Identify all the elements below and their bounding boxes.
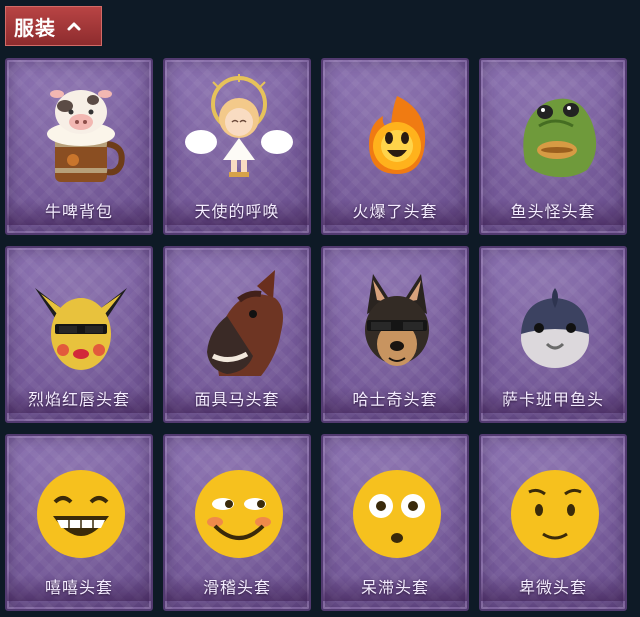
costume-name: 火爆了头套 xyxy=(323,199,467,225)
cow-beer-backpack-icon xyxy=(47,90,125,182)
costume-name: 烈焰红唇头套 xyxy=(7,387,151,413)
costume-name: 鱼头怪头套 xyxy=(481,199,625,225)
costume-name: 呆滞头套 xyxy=(323,575,467,601)
costume-name: 卑微头套 xyxy=(481,575,625,601)
costume-card-funny-emoji[interactable]: 滑稽头套 xyxy=(163,434,311,611)
costume-grid: 牛啤背包 天使的呼唤 火爆了头套 鱼头怪头套 烈焰红唇头套 面具马头套 哈士奇头… xyxy=(0,0,640,617)
costume-name: 萨卡班甲鱼头 xyxy=(481,387,625,413)
grinning-emoji-head-icon xyxy=(37,470,125,558)
fire-sprite-head-icon xyxy=(369,96,426,174)
costume-name: 牛啤背包 xyxy=(7,199,151,225)
funny-emoji-head-icon xyxy=(195,470,283,558)
costume-card-stunned-emoji[interactable]: 呆滞头套 xyxy=(321,434,469,611)
humble-emoji-head-icon xyxy=(511,470,599,558)
fish-monster-head-icon xyxy=(523,98,597,178)
costume-name: 嘻嘻头套 xyxy=(7,575,151,601)
costume-name: 面具马头套 xyxy=(165,387,309,413)
costume-card-fire-head[interactable]: 火爆了头套 xyxy=(321,58,469,235)
costume-card-sacabambaspis[interactable]: 萨卡班甲鱼头 xyxy=(479,246,627,423)
costume-name: 天使的呼唤 xyxy=(165,199,309,225)
costume-name: 滑稽头套 xyxy=(165,575,309,601)
angel-doll-icon xyxy=(185,74,293,177)
husky-head-icon xyxy=(365,274,429,366)
costume-card-yellow-mouse[interactable]: 烈焰红唇头套 xyxy=(5,246,153,423)
stunned-emoji-head-icon xyxy=(353,470,441,558)
costume-card-grinning-emoji[interactable]: 嘻嘻头套 xyxy=(5,434,153,611)
sacabambaspis-head-icon xyxy=(521,288,589,368)
costume-card-horse-mask[interactable]: 面具马头套 xyxy=(163,246,311,423)
costume-card-fish-monster[interactable]: 鱼头怪头套 xyxy=(479,58,627,235)
costume-card-humble-emoji[interactable]: 卑微头套 xyxy=(479,434,627,611)
costume-card-husky[interactable]: 哈士奇头套 xyxy=(321,246,469,423)
horse-mask-head-icon xyxy=(207,270,283,376)
costume-card-cow-beer-backpack[interactable]: 牛啤背包 xyxy=(5,58,153,235)
costume-card-angel[interactable]: 天使的呼唤 xyxy=(163,58,311,235)
yellow-mouse-head-icon xyxy=(35,288,127,370)
costume-name: 哈士奇头套 xyxy=(323,387,467,413)
